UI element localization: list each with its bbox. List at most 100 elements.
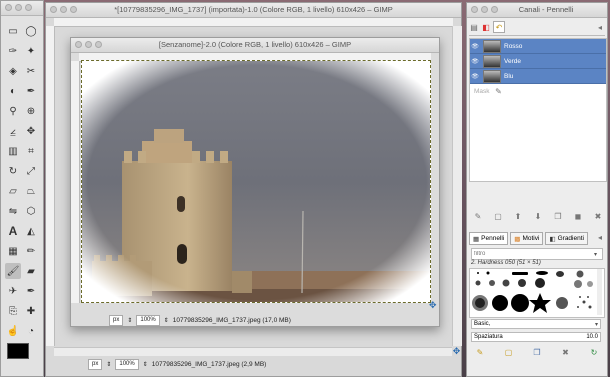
unit-stepper-icon[interactable]: ⇕	[106, 361, 111, 368]
zoom-button[interactable]	[491, 6, 498, 13]
color-select-icon[interactable]: ◈	[5, 63, 21, 79]
free-select-icon[interactable]: ✑	[5, 43, 21, 59]
zoom-button[interactable]	[95, 41, 102, 48]
tab-gradienti[interactable]: ◧ Gradienti	[545, 232, 588, 245]
image-window-front-titlebar[interactable]: [Senzanome]-2.0 (Colore RGB, 1 livello) …	[71, 38, 439, 53]
close-button[interactable]	[5, 4, 12, 11]
delete-brush-icon[interactable]: ✖	[561, 347, 571, 357]
zoom-stepper-icon[interactable]: ⇕	[164, 317, 169, 324]
unit-select[interactable]: px	[109, 314, 124, 326]
chevron-down-icon[interactable]: ▾	[595, 321, 598, 328]
filter-input[interactable]	[472, 250, 594, 258]
color-picker-icon[interactable]: ⚲	[5, 103, 21, 119]
align-icon[interactable]: ▥	[5, 143, 21, 159]
duplicate-channel-icon[interactable]: ❐	[553, 211, 563, 221]
dodge-burn-icon[interactable]: ◔	[23, 323, 39, 339]
minimize-button[interactable]	[85, 41, 92, 48]
zoom-button[interactable]	[25, 4, 32, 11]
shear-icon[interactable]: ▱	[5, 183, 21, 199]
ink-icon[interactable]: ✒	[23, 283, 39, 299]
flip-icon[interactable]: ⇋	[5, 203, 21, 219]
spacing-value[interactable]: 10.0	[586, 334, 598, 340]
minimize-button[interactable]	[15, 4, 22, 11]
delete-channel-icon[interactable]: ✖	[593, 211, 603, 221]
navigate-icon[interactable]: ✥	[452, 347, 461, 356]
vertical-ruler[interactable]	[71, 61, 80, 303]
blend-icon[interactable]: ▦	[5, 243, 21, 259]
mask-row[interactable]: Mask ✎	[470, 84, 606, 98]
navigate-icon[interactable]: ✥	[429, 300, 439, 310]
eraser-icon[interactable]: ▰	[23, 263, 39, 279]
zoom-icon[interactable]: ⊕	[23, 103, 39, 119]
eye-icon[interactable]: 👁	[470, 71, 480, 81]
measure-icon[interactable]: ⦤	[5, 123, 21, 139]
eye-icon[interactable]: 👁	[470, 41, 480, 51]
image-window-back-titlebar[interactable]: *[10779835296_IMG_1737] (importata)-1.0 …	[46, 3, 461, 18]
channel-row-verde[interactable]: 👁 Verde	[470, 54, 606, 69]
duplicate-brush-icon[interactable]: ❐	[532, 347, 542, 357]
cage-icon[interactable]: ⬡	[23, 203, 39, 219]
scrollbar-horizontal[interactable]	[54, 347, 452, 356]
crop-icon[interactable]: ⌗	[23, 143, 39, 159]
minimize-button[interactable]	[481, 6, 488, 13]
unit-select[interactable]: px	[88, 358, 103, 370]
image-canvas[interactable]	[81, 60, 431, 303]
edit-channel-icon[interactable]: ✎	[473, 211, 483, 221]
unit-stepper-icon[interactable]: ⇕	[127, 317, 132, 324]
dock-menu-icon[interactable]: ◂	[595, 22, 605, 32]
brush-grid[interactable]	[469, 268, 605, 318]
toolbox-titlebar[interactable]	[1, 1, 43, 16]
chevron-down-icon[interactable]: ▾	[594, 251, 597, 258]
foreground-select-icon[interactable]: ◐	[5, 83, 21, 99]
vertical-ruler[interactable]	[46, 26, 55, 346]
color-swatches[interactable]	[7, 343, 39, 368]
scale-icon[interactable]: ⤢	[23, 163, 39, 179]
minimize-button[interactable]	[60, 6, 67, 13]
scrollbar-brushes[interactable]	[597, 269, 602, 315]
airbrush-icon[interactable]: ✈	[5, 283, 21, 299]
ellipse-select-icon[interactable]: ◯	[23, 23, 39, 39]
tab-motivi[interactable]: ▩ Motivi	[510, 232, 544, 245]
dock-titlebar[interactable]: Canali - Pennelli	[467, 3, 607, 18]
layers-tab-icon[interactable]: ▤	[469, 22, 479, 32]
scissors-icon[interactable]: ✂	[23, 63, 39, 79]
zoom-button[interactable]	[70, 6, 77, 13]
preset-select[interactable]: Basic, ▾	[471, 319, 601, 329]
lower-channel-icon[interactable]: ⬇	[533, 211, 543, 221]
close-button[interactable]	[50, 6, 57, 13]
tag-filter[interactable]: ▾	[471, 248, 603, 260]
paths-tab-icon[interactable]: ↶	[493, 21, 505, 33]
scrollbar-vertical[interactable]	[452, 26, 462, 346]
foreground-color[interactable]	[7, 343, 29, 359]
tab-pennelli[interactable]: ▦ Pennelli	[469, 232, 509, 245]
raise-channel-icon[interactable]: ⬆	[513, 211, 523, 221]
zoom-select[interactable]: 100%	[136, 314, 160, 326]
move-icon[interactable]: ✥	[23, 123, 39, 139]
heal-icon[interactable]: ✚	[23, 303, 39, 319]
horizontal-ruler[interactable]	[54, 18, 453, 27]
channel-row-blu[interactable]: 👁 Blu	[470, 69, 606, 84]
text-icon[interactable]: A	[5, 223, 21, 239]
eye-icon[interactable]: 👁	[470, 56, 480, 66]
rotate-icon[interactable]: ↻	[5, 163, 21, 179]
paintbrush-icon[interactable]: 🖌	[5, 263, 21, 279]
channel-row-rosso[interactable]: 👁 Rosso	[470, 39, 606, 54]
zoom-select[interactable]: 100%	[115, 358, 139, 370]
channels-tab-icon[interactable]: ◧	[481, 22, 491, 32]
new-channel-icon[interactable]: ▢	[493, 211, 503, 221]
edit-brush-icon[interactable]: ✎	[475, 347, 485, 357]
new-brush-icon[interactable]: ▢	[504, 347, 514, 357]
refresh-brushes-icon[interactable]: ↻	[589, 347, 599, 357]
bucket-fill-icon[interactable]: ◭	[23, 223, 39, 239]
fuzzy-select-icon[interactable]: ✦	[23, 43, 39, 59]
close-button[interactable]	[471, 6, 478, 13]
paths-icon[interactable]: ✒	[23, 83, 39, 99]
smudge-icon[interactable]: ☝	[5, 323, 21, 339]
rect-select-icon[interactable]: ▭	[5, 23, 21, 39]
clone-icon[interactable]: ⎘	[5, 303, 21, 319]
spacing-slider[interactable]: Spaziatura 10.0	[471, 332, 601, 342]
close-button[interactable]	[75, 41, 82, 48]
perspective-icon[interactable]: ⏢	[23, 183, 39, 199]
channel-to-selection-icon[interactable]: ◼	[573, 211, 583, 221]
zoom-stepper-icon[interactable]: ⇕	[143, 361, 148, 368]
